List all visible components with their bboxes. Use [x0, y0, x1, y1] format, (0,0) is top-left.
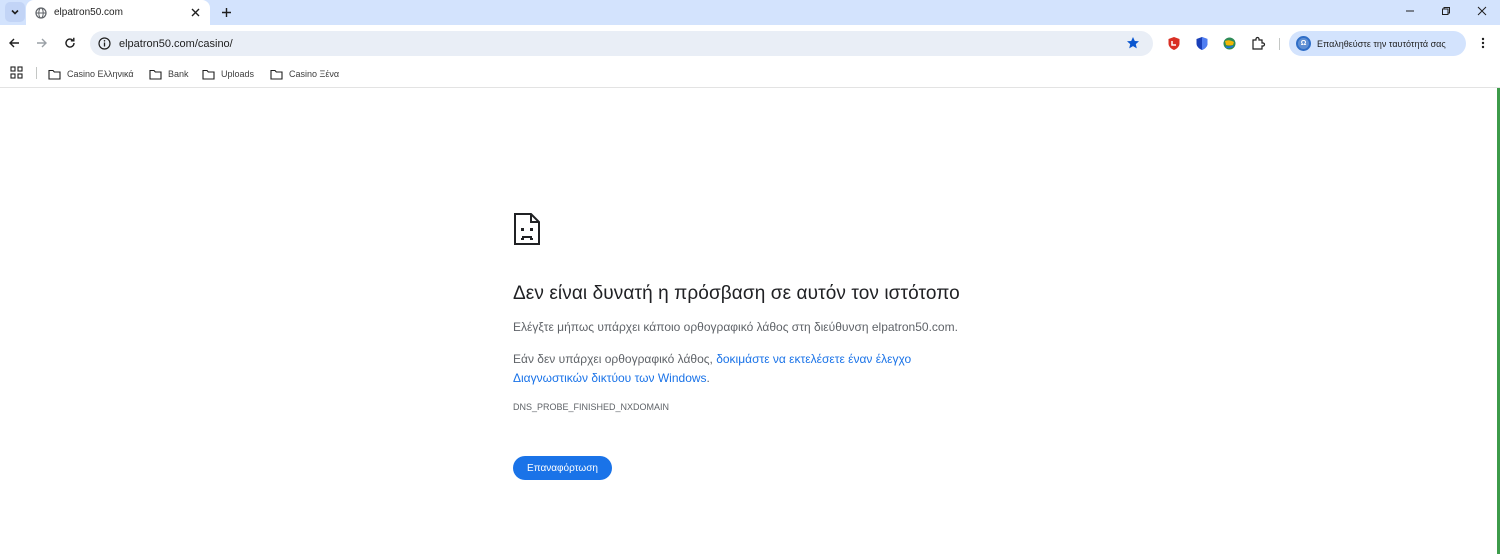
profile-chip-label: Επαληθεύστε την ταυτότητά σας — [1317, 38, 1446, 49]
forward-button[interactable] — [33, 34, 51, 52]
arrow-right-icon — [37, 38, 47, 48]
error-suggestion-prefix: Εάν δεν υπάρχει ορθογραφικό λάθος, — [513, 352, 717, 366]
bookmark-label: Uploads — [221, 69, 255, 79]
bookmark-folder-casino-xena[interactable]: Casino Ξένα — [270, 65, 339, 83]
bookmark-folder-casino-ellinika[interactable]: Casino Ελληνικά — [48, 65, 134, 83]
window-close-button[interactable] — [1464, 0, 1500, 22]
folder-icon — [48, 69, 61, 80]
restore-button[interactable] — [1428, 0, 1464, 22]
bookmarks-bar: Casino Ελληνικά Bank Uploads Casino Ξένα — [0, 62, 1500, 88]
apps-grid-icon[interactable] — [10, 66, 24, 80]
reload-toolbar-button[interactable] — [61, 34, 79, 52]
tab-strip: elpatron50.com — [0, 0, 1500, 25]
profile-chip[interactable]: Ω Επαληθεύστε την ταυτότητά σας — [1289, 31, 1466, 56]
bookmark-folder-bank[interactable]: Bank — [149, 65, 189, 83]
restore-icon — [1442, 7, 1450, 15]
error-code: DNS_PROBE_FINISHED_NXDOMAIN — [513, 402, 670, 412]
arrow-left-icon — [9, 38, 19, 48]
globe-icon — [35, 6, 47, 19]
close-icon — [1477, 6, 1487, 16]
new-tab-button[interactable] — [217, 3, 235, 21]
more-vertical-icon — [1481, 37, 1485, 49]
shield-red-icon[interactable] — [1166, 36, 1181, 51]
address-bar[interactable]: elpatron50.com/casino/ — [90, 31, 1153, 56]
info-icon[interactable] — [98, 36, 112, 51]
tab-search-button[interactable] — [5, 2, 25, 22]
bookmark-label: Bank — [168, 69, 189, 79]
star-icon[interactable] — [1126, 36, 1141, 51]
avatar: Ω — [1296, 36, 1311, 51]
tab-active[interactable]: elpatron50.com — [26, 0, 210, 25]
sad-document-icon — [513, 212, 541, 246]
reload-button[interactable]: Επαναφόρτωση — [513, 456, 612, 480]
browser-toolbar: elpatron50.com/casino/ Ω Επαληθεύστε την… — [0, 25, 1500, 62]
plus-icon — [221, 7, 231, 17]
browser-menu-button[interactable] — [1474, 34, 1492, 52]
back-button[interactable] — [5, 34, 23, 52]
folder-icon — [270, 69, 283, 80]
error-suggestion-diagnostics: Εάν δεν υπάρχει ορθογραφικό λάθος, δοκιμ… — [513, 350, 933, 388]
bookmark-label: Casino Ελληνικά — [67, 69, 134, 79]
shield-blue-icon[interactable] — [1194, 36, 1209, 51]
error-suggestion-spelling: Ελέγξτε μήπως υπάρχει κάποιο ορθογραφικό… — [513, 320, 958, 334]
url-text[interactable]: elpatron50.com/casino/ — [119, 38, 1126, 50]
reload-icon — [65, 37, 75, 48]
error-suggestion-suffix: . — [706, 371, 710, 385]
globe-extension-icon[interactable] — [1222, 36, 1237, 51]
puzzle-icon[interactable] — [1251, 36, 1266, 51]
folder-icon — [202, 69, 215, 80]
minimize-icon — [1406, 10, 1414, 12]
folder-icon — [149, 69, 162, 80]
error-title: Δεν είναι δυνατή η πρόσβαση σε αυτόν τον… — [513, 283, 960, 304]
bookmark-label: Casino Ξένα — [289, 69, 340, 79]
chevron-down-icon — [11, 9, 19, 15]
toolbar-divider — [1279, 38, 1280, 50]
minimize-button[interactable] — [1392, 0, 1428, 22]
bookmarks-separator — [36, 67, 37, 79]
tab-title: elpatron50.com — [54, 7, 123, 18]
bookmark-folder-uploads[interactable]: Uploads — [202, 65, 254, 83]
tab-close-icon[interactable] — [188, 6, 202, 20]
